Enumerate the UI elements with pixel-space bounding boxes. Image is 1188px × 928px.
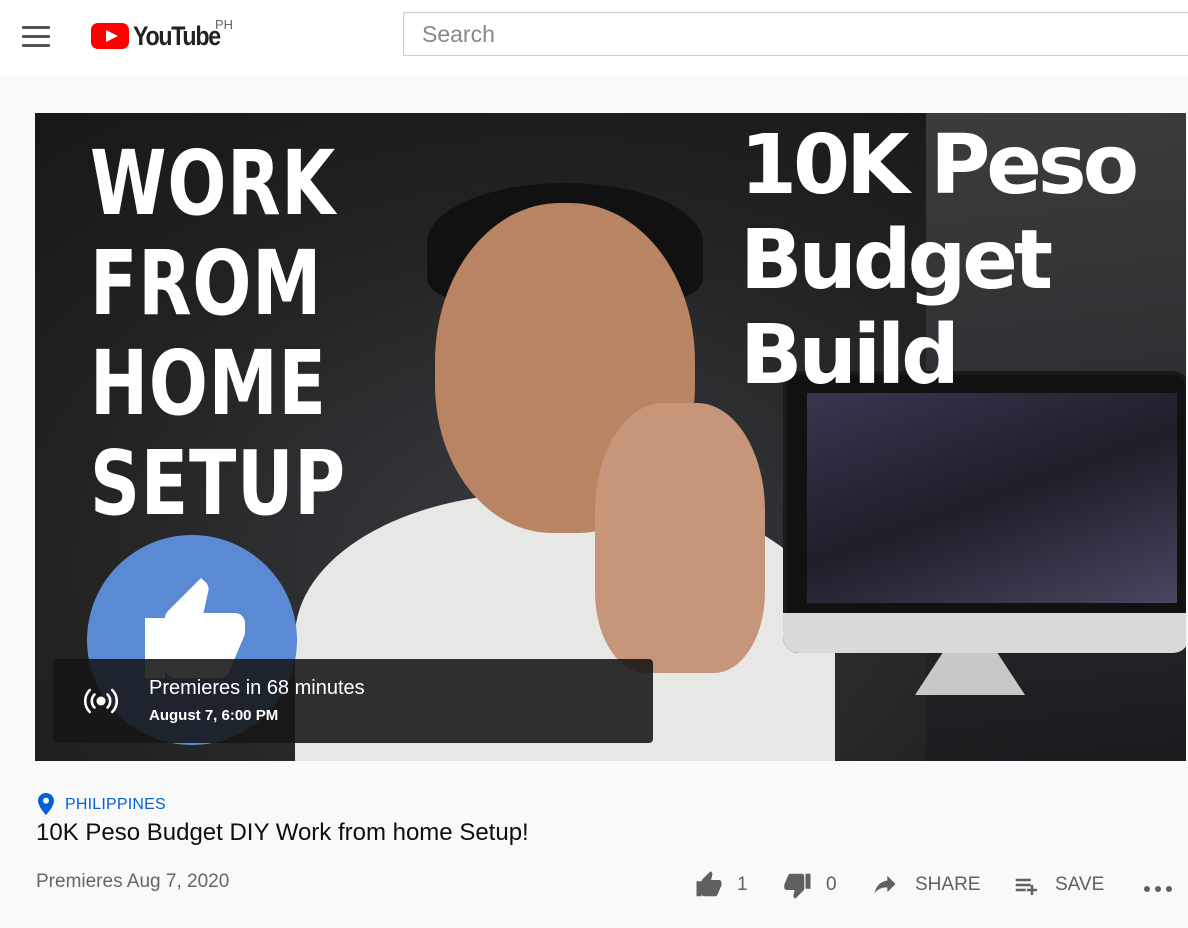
more-actions-icon[interactable] bbox=[1143, 884, 1173, 894]
share-arrow-icon bbox=[874, 875, 896, 894]
thumbnail-text-left: WORK FROM HOME SETUP bbox=[90, 131, 346, 535]
thumbs-down-icon bbox=[784, 873, 811, 899]
like-button[interactable]: 1 bbox=[694, 868, 754, 904]
video-title: 10K Peso Budget DIY Work from home Setup… bbox=[36, 819, 529, 846]
premiere-countdown-banner: Premieres in 68 minutes August 7, 6:00 P… bbox=[53, 659, 653, 743]
share-button[interactable]: SHARE bbox=[871, 868, 981, 904]
premiere-datetime: August 7, 6:00 PM bbox=[149, 707, 279, 724]
top-bar: YouTube PH bbox=[0, 0, 1188, 76]
youtube-play-icon bbox=[91, 23, 129, 49]
broadcast-icon bbox=[83, 688, 119, 714]
save-label: SAVE bbox=[1055, 874, 1105, 895]
dislike-count: 0 bbox=[826, 874, 837, 895]
like-count: 1 bbox=[737, 874, 748, 895]
location-pin-icon bbox=[38, 793, 54, 815]
dislike-button[interactable]: 0 bbox=[783, 868, 843, 904]
thumbnail-monitor-bezel bbox=[783, 613, 1186, 653]
hamburger-icon[interactable] bbox=[22, 26, 50, 48]
thumbs-up-icon bbox=[696, 871, 722, 897]
playlist-add-icon bbox=[1015, 878, 1037, 895]
logo-text: YouTube bbox=[133, 21, 221, 51]
save-button[interactable]: SAVE bbox=[1012, 868, 1112, 904]
thumbnail-thumbs-up-hand bbox=[595, 403, 765, 673]
thumbnail-monitor-screen bbox=[807, 393, 1177, 603]
region-code: PH bbox=[215, 17, 234, 32]
thumbnail-text-right: 10K Peso Budget Build bbox=[740, 118, 1139, 403]
location-text[interactable]: PHILIPPINES bbox=[65, 796, 166, 814]
search-box[interactable] bbox=[403, 12, 1188, 56]
video-player[interactable]: WORK FROM HOME SETUP 10K Peso Budget Bui… bbox=[35, 113, 1186, 761]
thumbnail-monitor bbox=[783, 371, 1186, 653]
premiere-status: Premieres in 68 minutes bbox=[149, 677, 365, 699]
share-label: SHARE bbox=[915, 874, 981, 895]
search-input[interactable] bbox=[404, 13, 1188, 55]
premiere-date-text: Premieres Aug 7, 2020 bbox=[36, 871, 230, 892]
